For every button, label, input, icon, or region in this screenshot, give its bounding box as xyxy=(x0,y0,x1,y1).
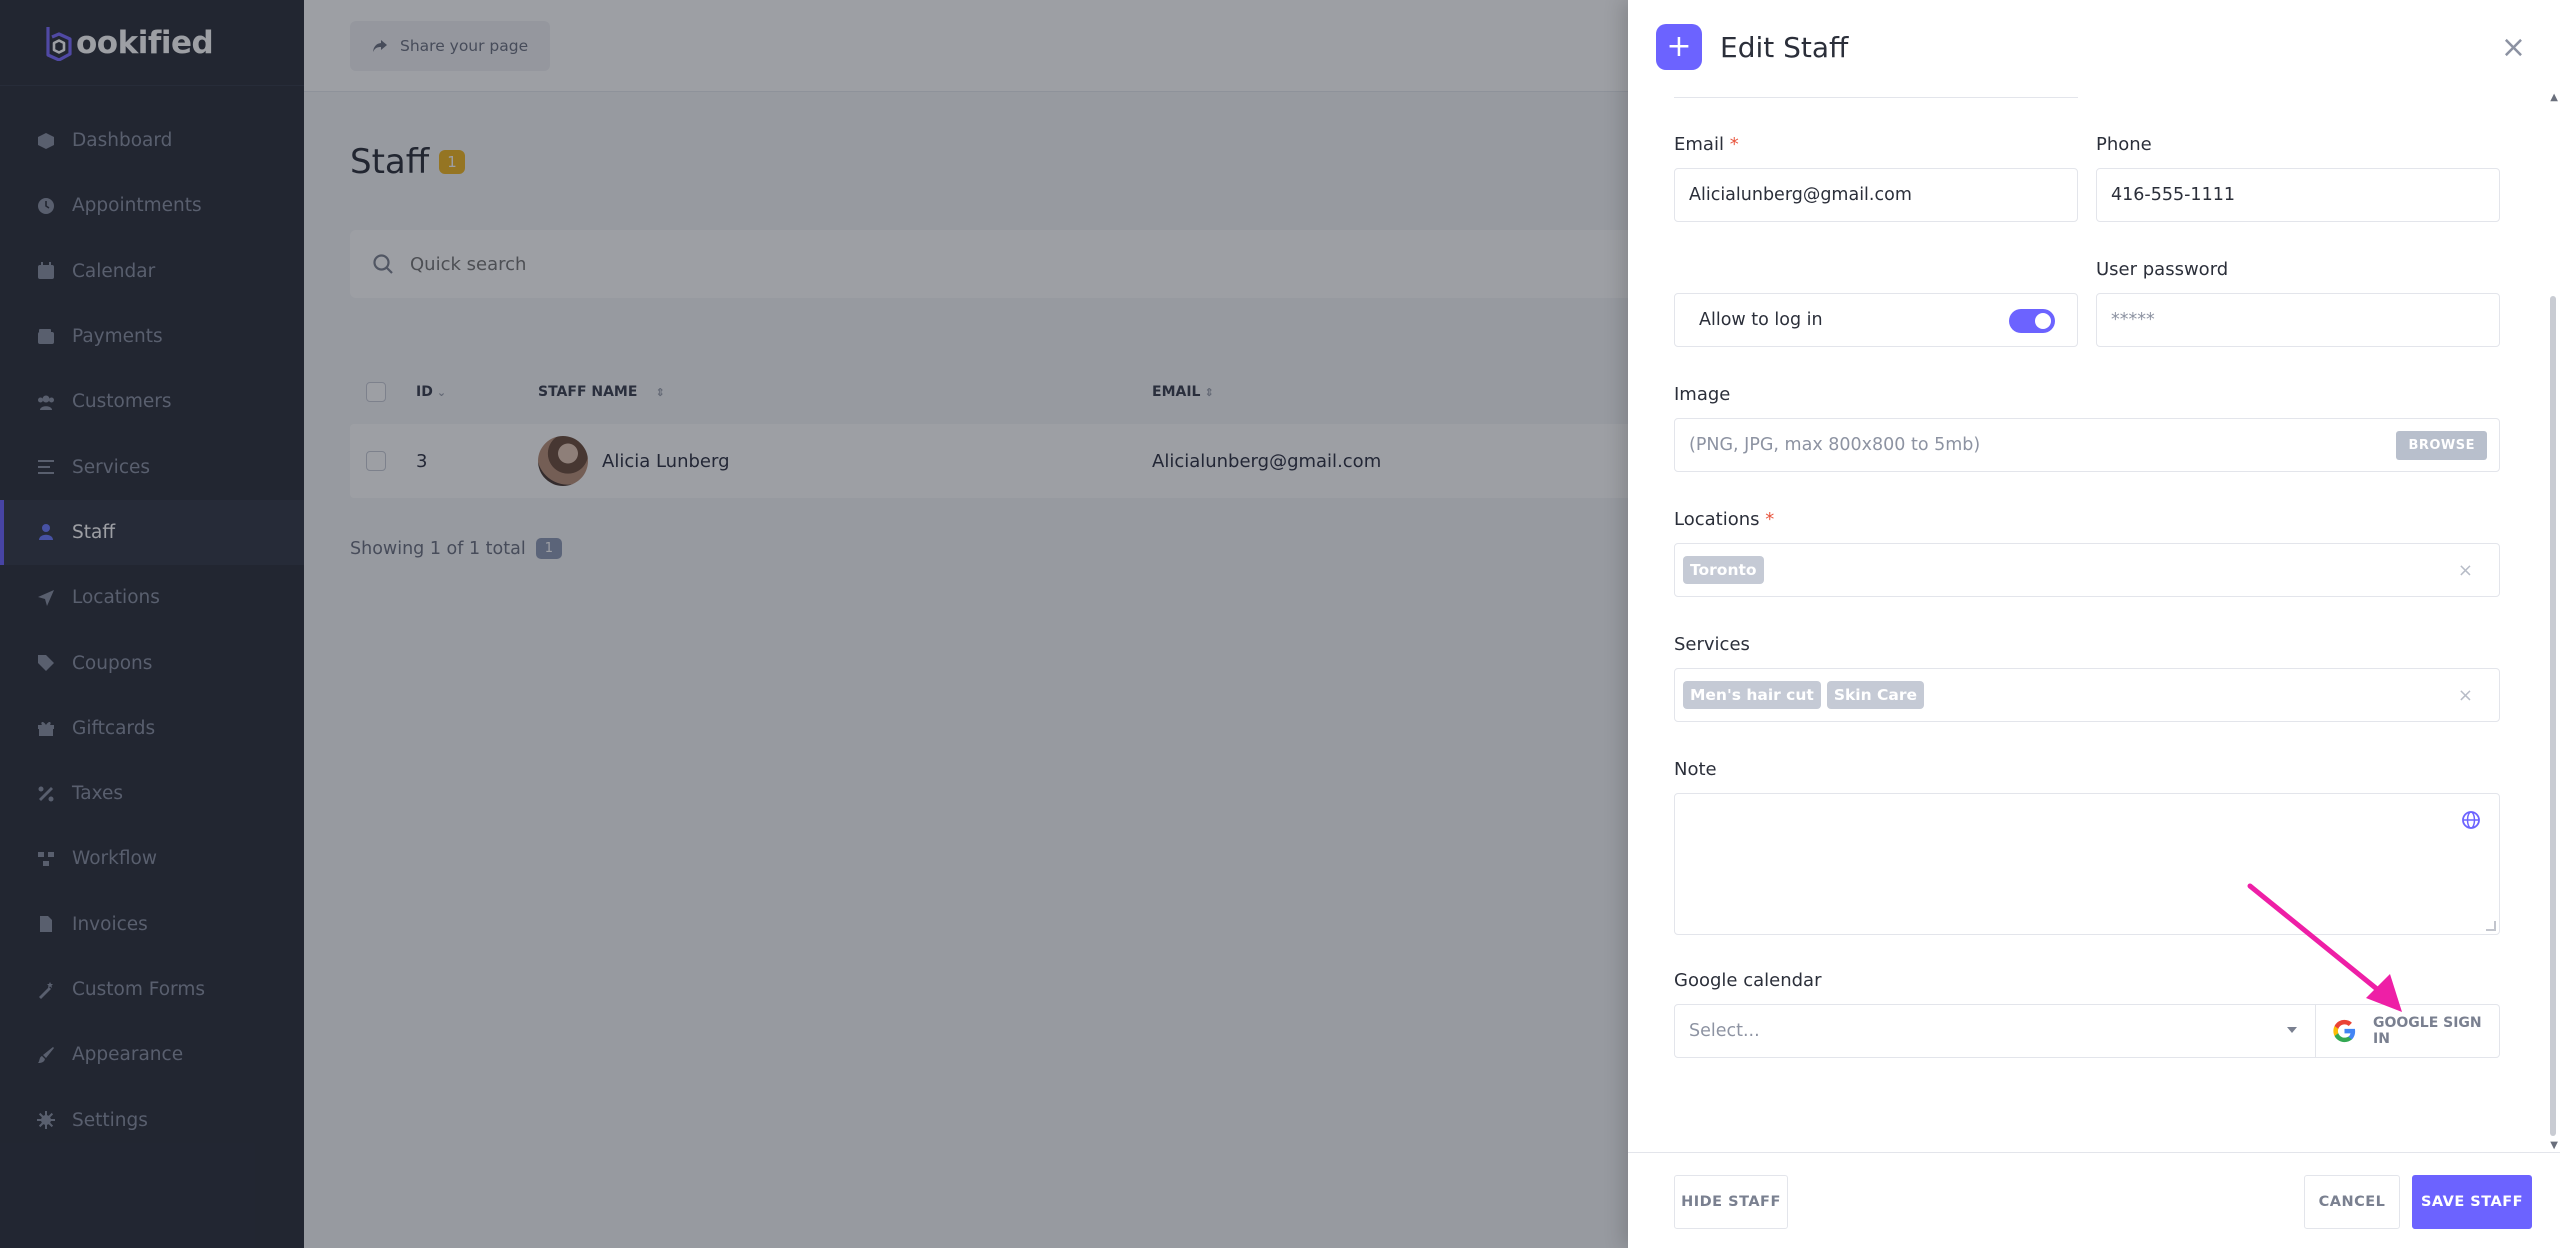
allow-login-label: Allow to log in xyxy=(1699,310,1823,330)
locations-label-text: Locations xyxy=(1674,509,1760,530)
required-marker: * xyxy=(1729,134,1739,155)
image-label: Image xyxy=(1674,384,1731,405)
cancel-button[interactable]: CANCEL xyxy=(2304,1175,2400,1229)
location-tag[interactable]: Toronto xyxy=(1683,556,1764,584)
modal-backdrop[interactable] xyxy=(0,0,1628,1248)
phone-label: Phone xyxy=(2096,134,2152,155)
resize-handle[interactable] xyxy=(2486,921,2496,931)
clear-icon[interactable]: × xyxy=(2458,685,2473,706)
annotation-arrow-icon xyxy=(2247,883,2402,1012)
hide-staff-button[interactable]: HIDE STAFF xyxy=(1674,1175,1788,1229)
browse-button[interactable]: BROWSE xyxy=(2396,431,2487,460)
scroll-down-icon[interactable]: ▼ xyxy=(2550,1140,2558,1151)
email-field[interactable]: Alicialunberg@gmail.com xyxy=(1674,168,2078,222)
drawer-title: Edit Staff xyxy=(1720,30,1849,64)
image-upload-field[interactable]: (PNG, JPG, max 800x800 to 5mb) BROWSE xyxy=(1674,418,2500,472)
drawer-scrollbar[interactable] xyxy=(2550,296,2556,1136)
allow-login-row: Allow to log in xyxy=(1674,293,2078,347)
clear-icon[interactable]: × xyxy=(2458,560,2473,581)
caret-down-icon xyxy=(2287,1027,2297,1033)
google-calendar-select[interactable]: Select... xyxy=(1674,1004,2316,1058)
google-calendar-label: Google calendar xyxy=(1674,970,1822,991)
edit-staff-drawer: + Edit Staff × Email * Alicialunberg@gma… xyxy=(1628,0,2560,1248)
password-label: User password xyxy=(2096,259,2229,280)
image-placeholder: (PNG, JPG, max 800x800 to 5mb) xyxy=(1689,435,1981,455)
select-placeholder: Select... xyxy=(1689,1021,1760,1041)
allow-login-toggle[interactable] xyxy=(2009,309,2055,333)
password-field[interactable]: ***** xyxy=(2096,293,2500,347)
email-label-text: Email xyxy=(1674,134,1724,155)
service-tag[interactable]: Men's hair cut xyxy=(1683,681,1821,709)
locations-select[interactable]: Toronto × xyxy=(1674,543,2500,597)
service-tag[interactable]: Skin Care xyxy=(1826,681,1925,709)
plus-icon: + xyxy=(1656,24,1702,70)
globe-icon[interactable] xyxy=(2461,810,2481,830)
save-staff-button[interactable]: SAVE STAFF xyxy=(2412,1175,2532,1229)
phone-field[interactable]: 416-555-1111 xyxy=(2096,168,2500,222)
note-label: Note xyxy=(1674,759,1717,780)
locations-label: Locations * xyxy=(1674,509,1774,530)
google-icon xyxy=(2333,1019,2356,1043)
scroll-up-icon[interactable]: ▲ xyxy=(2550,92,2558,103)
email-label: Email * xyxy=(1674,134,1739,155)
close-icon[interactable]: × xyxy=(2501,30,2526,65)
services-select[interactable]: Men's hair cut Skin Care × xyxy=(1674,668,2500,722)
required-marker: * xyxy=(1765,509,1775,530)
services-label: Services xyxy=(1674,634,1750,655)
drawer-body: Email * Alicialunberg@gmail.com Phone 41… xyxy=(1628,94,2560,1152)
drawer-footer: HIDE STAFF CANCEL SAVE STAFF xyxy=(1628,1152,2560,1248)
drawer-header: + Edit Staff × xyxy=(1628,0,2560,94)
